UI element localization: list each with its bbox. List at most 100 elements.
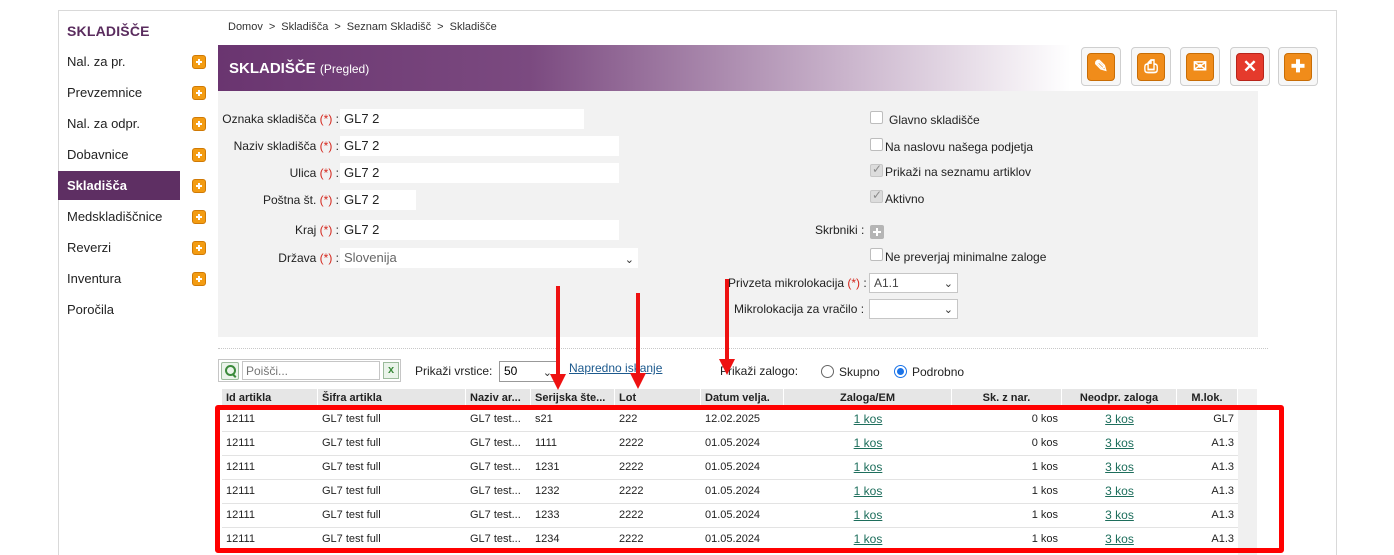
drzava-select[interactable]: Slovenija ⌄	[340, 248, 638, 268]
add-icon[interactable]	[192, 148, 206, 162]
page-title: SKLADIŠČE (Pregled)	[229, 60, 369, 77]
postna-field[interactable]	[340, 190, 416, 210]
app-window: SKLADIŠČE Nal. za pr. Prevzemnice Nal. za …	[0, 0, 1394, 555]
add-custodian-icon[interactable]	[870, 225, 884, 239]
sidebar-item[interactable]: Dobavnice	[58, 140, 180, 169]
vracilo-select[interactable]: ⌄	[869, 299, 958, 319]
search-box: x	[218, 359, 401, 382]
chevron-down-icon: ⌄	[624, 254, 634, 266]
add-icon[interactable]	[192, 117, 206, 131]
privzeta-value: A1.1	[874, 276, 899, 290]
drzava-label: Država (*) :	[278, 251, 339, 265]
required-marker: (*)	[319, 251, 333, 265]
required-marker: (*)	[319, 223, 333, 237]
sidebar-item[interactable]: Nal. za odpr.	[58, 109, 180, 138]
postna-label: Poštna št. (*) :	[262, 193, 339, 207]
glavno-checkbox[interactable]	[870, 111, 883, 124]
ulica-field[interactable]	[340, 163, 619, 183]
delete-button[interactable]: ✕	[1230, 47, 1270, 86]
breadcrumb-item-warehouse-list[interactable]: Seznam Skladišč	[347, 21, 431, 33]
ne-preverjaj-label: Ne preverjaj minimalne zaloge	[885, 250, 1047, 264]
naziv-field[interactable]	[340, 136, 619, 156]
kraj-label-text: Kraj	[294, 223, 317, 237]
ne-preverjaj-checkbox[interactable]	[870, 248, 883, 261]
add-icon[interactable]	[192, 86, 206, 100]
kraj-field[interactable]	[340, 220, 619, 240]
search-input[interactable]	[242, 361, 380, 380]
sidebar-title: SKLADIŠČE	[67, 23, 150, 39]
annotation-arrow-shaft	[725, 279, 729, 359]
add-icon[interactable]	[192, 241, 206, 255]
sidebar-item[interactable]: Inventura	[58, 264, 180, 293]
breadcrumb-separator: >	[437, 21, 444, 33]
sidebar-item[interactable]: Prevzemnice	[58, 78, 180, 107]
chevron-down-icon: ⌄	[943, 304, 953, 316]
sidebar-item[interactable]: Reverzi	[58, 233, 180, 262]
page-title-text: SKLADIŠČE	[229, 60, 316, 77]
naslov-checkbox[interactable]	[870, 138, 883, 151]
required-marker: (*)	[319, 112, 333, 126]
annotation-arrow-shaft	[636, 293, 640, 373]
aktivno-checkbox[interactable]	[870, 188, 883, 203]
annotation-arrow-head	[719, 359, 735, 375]
stock-skupno-label: Skupno	[839, 365, 880, 379]
aktivno-label: Aktivno	[885, 192, 925, 206]
chevron-down-icon: ⌄	[943, 278, 953, 290]
annotation-arrow-shaft	[556, 286, 560, 374]
annotation-arrow-head	[550, 374, 566, 390]
email-button[interactable]: ✉	[1180, 47, 1220, 86]
oznaka-label-text: Oznaka skladišča	[222, 112, 317, 126]
breadcrumb-item-current: Skladišče	[449, 21, 497, 33]
pencil-icon: ✎	[1087, 53, 1115, 81]
ulica-label: Ulica (*) :	[289, 166, 339, 180]
form-panel: Oznaka skladišča (*) : Naziv skladišča (…	[218, 91, 1258, 337]
breadcrumb-item-home[interactable]: Domov	[228, 21, 263, 33]
stock-podrobno-label: Podrobno	[912, 365, 965, 379]
envelope-icon: ✉	[1186, 53, 1214, 81]
privzeta-select[interactable]: A1.1 ⌄	[869, 273, 958, 293]
oznaka-label: Oznaka skladišča (*) :	[222, 112, 339, 126]
naziv-label: Naziv skladišča (*) :	[233, 139, 339, 153]
kraj-label: Kraj (*) :	[294, 223, 339, 237]
annotation-highlight-box	[215, 405, 1284, 553]
edit-button[interactable]: ✎	[1081, 47, 1121, 86]
print-button[interactable]: ⎙	[1131, 47, 1171, 86]
breadcrumb-item-warehouses[interactable]: Skladišča	[281, 21, 328, 33]
oznaka-field[interactable]	[340, 109, 584, 129]
add-icon[interactable]	[192, 210, 206, 224]
close-icon: ✕	[1236, 53, 1264, 81]
postna-label-text: Poštna št.	[262, 193, 317, 207]
search-icon[interactable]	[221, 362, 239, 380]
prikazi-label: Prikaži na seznamu artiklov	[885, 165, 1032, 179]
naziv-label-text: Naziv skladišča	[233, 139, 317, 153]
advanced-search-link[interactable]: Napredno iskanje	[569, 361, 662, 375]
required-marker: (*)	[319, 166, 333, 180]
privzeta-label: Privzeta mikrolokacija (*) :	[728, 276, 867, 290]
sidebar-item[interactable]: Medskladiščnice	[58, 202, 180, 231]
required-marker: (*)	[319, 193, 333, 207]
sidebar-item[interactable]: Nal. za pr.	[58, 47, 180, 76]
sidebar-item[interactable]: Skladišča	[58, 171, 180, 200]
clear-search-button[interactable]: x	[383, 362, 399, 379]
add-icon[interactable]	[192, 272, 206, 286]
skrbniki-label: Skrbniki :	[815, 223, 865, 237]
stock-podrobno-radio[interactable]	[894, 365, 907, 378]
add-icon[interactable]	[192, 179, 206, 193]
required-marker: (*)	[847, 276, 861, 290]
stock-skupno-radio[interactable]	[821, 365, 834, 378]
required-marker: (*)	[319, 139, 333, 153]
printer-icon: ⎙	[1137, 53, 1165, 81]
naslov-label: Na naslovu našega podjetja	[885, 140, 1034, 154]
page-subtitle: (Pregled)	[319, 62, 370, 76]
glavno-label: Glavno skladišče	[889, 113, 980, 127]
breadcrumb-separator: >	[334, 21, 341, 33]
vracilo-label: Mikrolokacija za vračilo :	[734, 302, 865, 316]
rows-per-page-value: 50	[504, 364, 518, 378]
rows-per-page-select[interactable]: 50 ⌄	[499, 361, 557, 382]
drzava-value: Slovenija	[344, 250, 397, 265]
breadcrumb: Domov > Skladišča > Seznam Skladišč > Skladišč…	[228, 21, 497, 33]
sidebar-item[interactable]: Poročila	[58, 295, 180, 324]
add-icon[interactable]	[192, 55, 206, 69]
prikazi-checkbox[interactable]	[870, 162, 883, 177]
add-button[interactable]: ✚	[1278, 47, 1318, 86]
